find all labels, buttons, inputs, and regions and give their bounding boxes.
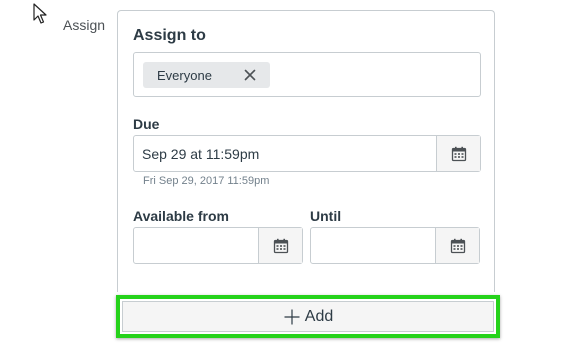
assign-to-heading: Assign to	[133, 27, 206, 44]
plus-icon	[283, 308, 301, 326]
calendar-icon	[451, 146, 466, 161]
due-date-hint: Fri Sep 29, 2017 11:59pm	[143, 175, 270, 187]
add-assignment-button[interactable]: Add	[122, 301, 494, 332]
until-field	[310, 227, 480, 264]
due-date-input[interactable]	[134, 136, 436, 171]
available-from-label: Available from	[133, 208, 229, 224]
assignee-token-label: Everyone	[157, 67, 212, 83]
until-calendar-button[interactable]	[435, 228, 479, 263]
calendar-icon	[273, 238, 288, 253]
assign-row-label: Assign	[63, 17, 106, 33]
due-calendar-button[interactable]	[436, 136, 480, 171]
until-input[interactable]	[311, 228, 435, 263]
calendar-icon	[450, 238, 465, 253]
due-date-field	[133, 135, 481, 172]
available-from-calendar-button[interactable]	[258, 228, 302, 263]
assignee-input[interactable]: Everyone	[133, 52, 481, 97]
close-icon[interactable]	[242, 67, 258, 83]
due-label: Due	[133, 116, 160, 132]
assignee-token: Everyone	[143, 62, 270, 88]
available-from-field	[133, 227, 303, 264]
add-button-label: Add	[304, 307, 334, 325]
available-from-input[interactable]	[134, 228, 258, 263]
mouse-pointer-icon	[33, 3, 47, 24]
until-label: Until	[310, 208, 342, 224]
assign-panel: Assign Assign to Everyone Due F	[0, 0, 586, 364]
